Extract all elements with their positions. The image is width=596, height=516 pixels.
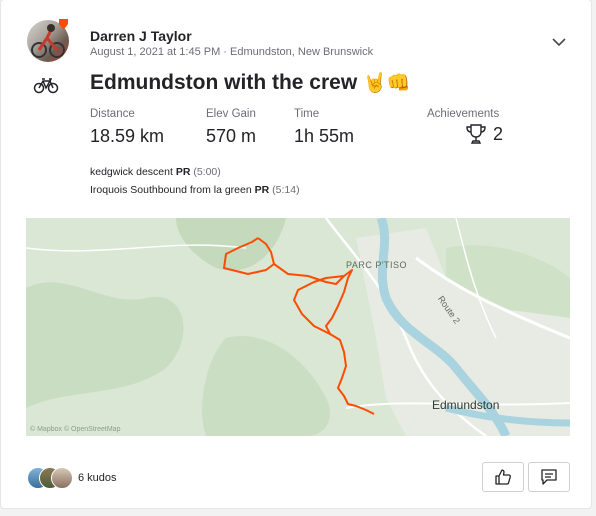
bike-icon bbox=[33, 78, 59, 94]
pr-badge: PR bbox=[175, 166, 191, 178]
stat-value: 570 m bbox=[206, 126, 257, 146]
comment-button[interactable] bbox=[528, 462, 570, 492]
activity-title-emoji: 🤘👊 bbox=[363, 72, 411, 94]
achievements-count: 2 bbox=[493, 123, 504, 144]
segment-name: kedgwick descent bbox=[90, 166, 173, 178]
pr-badge: PR bbox=[254, 184, 270, 196]
stat-label: Achievements bbox=[427, 108, 500, 120]
kudo-avatar bbox=[51, 467, 73, 489]
segment-name: Iroquois Southbound from la green bbox=[90, 184, 252, 196]
map-label-city: Edmundston bbox=[432, 398, 500, 412]
stat-elev-gain: Elev Gain 570 m bbox=[206, 108, 256, 147]
stat-label: Time bbox=[294, 108, 320, 120]
stat-distance: Distance 18.59 km bbox=[90, 108, 164, 147]
activity-card: Darren J Taylor August 1, 2021 at 1:45 P… bbox=[1, 0, 591, 508]
segment-effort[interactable]: kedgwick descent PR (5:00) bbox=[90, 166, 221, 178]
segment-time: (5:00) bbox=[193, 166, 221, 178]
map-label-park: PARC P'TISO bbox=[346, 260, 408, 270]
map-attribution[interactable]: © Mapbox © OpenStreetMap bbox=[30, 426, 120, 433]
activity-title[interactable]: Edmundston with the crew 🤘👊 bbox=[90, 71, 410, 95]
give-kudos-button[interactable] bbox=[482, 462, 524, 492]
kudos-count[interactable]: 6 kudos bbox=[78, 472, 117, 484]
activity-title-text: Edmundston with the crew bbox=[90, 71, 358, 94]
trophy-icon bbox=[466, 124, 486, 144]
chevron-down-icon[interactable] bbox=[551, 35, 567, 49]
stat-time: Time 1h 55m bbox=[294, 108, 354, 147]
stat-label: Distance bbox=[90, 108, 135, 120]
activity-date-location: August 1, 2021 at 1:45 PM · Edmundston, … bbox=[90, 46, 374, 58]
route-map[interactable]: PARC P'TISO Route 2 Edmundston © Mapbox … bbox=[26, 218, 570, 436]
segment-time: (5:14) bbox=[272, 184, 300, 196]
stat-achievements: Achievements 2 bbox=[427, 108, 503, 145]
segment-effort[interactable]: Iroquois Southbound from la green PR (5:… bbox=[90, 184, 300, 196]
kudos-avatars[interactable] bbox=[27, 467, 77, 489]
athlete-name[interactable]: Darren J Taylor bbox=[90, 28, 192, 44]
subscriber-badge-icon bbox=[59, 19, 68, 30]
stat-value: 18.59 km bbox=[90, 126, 165, 146]
stat-value: 1h 55m bbox=[294, 126, 355, 146]
thumbs-up-icon bbox=[495, 469, 511, 485]
stat-label: Elev Gain bbox=[206, 108, 256, 120]
comment-icon bbox=[541, 469, 557, 485]
